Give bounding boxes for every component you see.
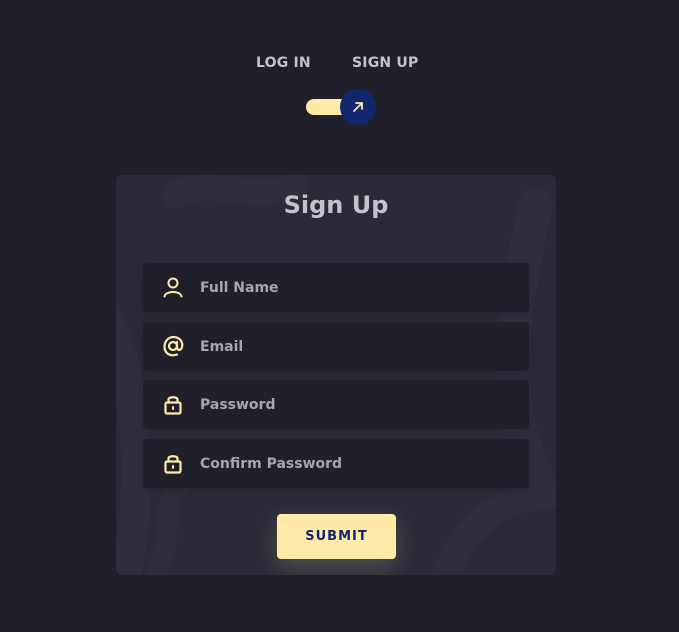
full-name-field[interactable] — [143, 263, 529, 312]
tab-sign-up[interactable]: SIGN UP — [352, 53, 418, 73]
email-field[interactable] — [143, 322, 529, 371]
confirm-password-input[interactable] — [200, 439, 520, 488]
sign-up-card: Sign Up SUBMIT — [116, 175, 556, 575]
arrow-up-right-icon — [353, 102, 363, 112]
password-field[interactable] — [143, 380, 529, 429]
full-name-input[interactable] — [200, 263, 520, 312]
form-title: Sign Up — [283, 191, 389, 219]
submit-button[interactable]: SUBMIT — [277, 514, 396, 559]
mode-toggle-knob[interactable] — [340, 89, 376, 125]
auth-tabs: LOG IN SIGN UP — [0, 53, 679, 73]
tab-log-in[interactable]: LOG IN — [256, 53, 311, 73]
at-icon — [163, 335, 184, 357]
user-icon — [163, 277, 183, 298]
email-input[interactable] — [200, 322, 520, 371]
lock-icon — [164, 455, 182, 474]
lock-icon — [164, 396, 182, 415]
confirm-password-field[interactable] — [143, 439, 529, 488]
password-input[interactable] — [200, 380, 520, 429]
